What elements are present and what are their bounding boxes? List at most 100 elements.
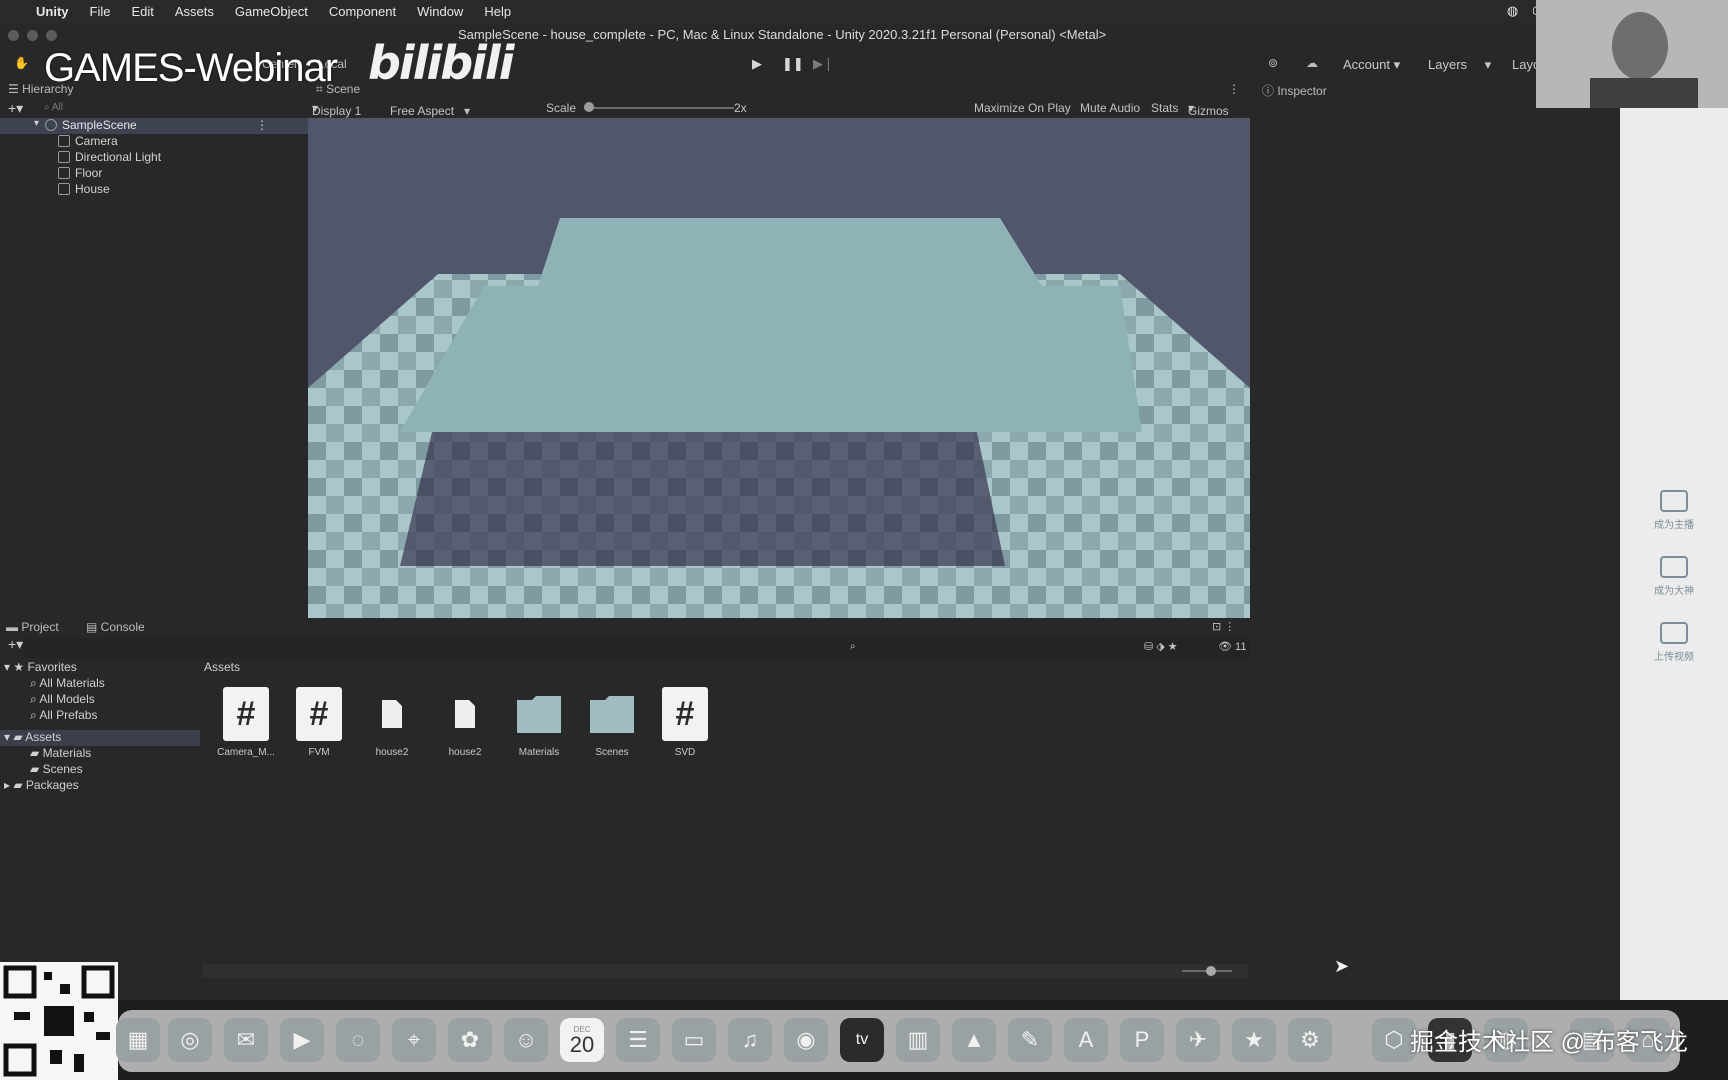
step-button[interactable]: ▶❘ bbox=[813, 56, 834, 72]
lock-icon[interactable]: ⊡ ⋮ bbox=[1212, 620, 1235, 633]
reminders-icon[interactable]: ☰ bbox=[616, 1018, 660, 1062]
gizmos-label: Gizmos bbox=[1188, 104, 1229, 118]
display-dropdown[interactable]: Display 1 ▾ bbox=[312, 101, 361, 118]
pause-button[interactable]: ❚❚ bbox=[782, 56, 804, 72]
mute-audio-toggle[interactable]: Mute Audio bbox=[1080, 101, 1140, 115]
hierarchy-search-input[interactable]: ⌕ All bbox=[44, 102, 63, 113]
asset-item[interactable]: house2 bbox=[430, 687, 500, 758]
gizmos-dropdown[interactable]: Gizmos ▾ bbox=[1188, 101, 1229, 118]
menu-help[interactable]: Help bbox=[484, 4, 511, 19]
asset-item[interactable]: # Camera_M... bbox=[211, 687, 281, 758]
account-dropdown[interactable]: Account ▾ bbox=[1343, 57, 1400, 73]
tree-scenes[interactable]: ▰ Scenes bbox=[30, 762, 83, 778]
scale-slider-handle[interactable] bbox=[584, 102, 594, 112]
folder-icon bbox=[589, 687, 635, 741]
hierarchy-item-directional-light[interactable]: Directional Light bbox=[0, 150, 308, 166]
favorite-all-prefabs[interactable]: ⌕ All Prefabs bbox=[30, 708, 97, 724]
cloud-services-icon[interactable]: ☁ bbox=[1306, 56, 1318, 70]
mail-icon[interactable]: ✉ bbox=[224, 1018, 268, 1062]
tree-assets[interactable]: ▾ ▰ Assets bbox=[0, 730, 200, 746]
asset-item[interactable]: Materials bbox=[504, 687, 574, 758]
layers-dropdown[interactable]: Layers ▾ bbox=[1428, 57, 1491, 73]
podcasts-icon[interactable]: ◉ bbox=[784, 1018, 828, 1062]
menu-edit[interactable]: Edit bbox=[131, 4, 153, 19]
feishu-icon[interactable]: ✈ bbox=[1176, 1018, 1220, 1062]
more-options-icon[interactable]: ⋮ bbox=[256, 118, 268, 132]
upload-video-button[interactable]: 上传视频 bbox=[1620, 622, 1728, 663]
hierarchy-item-house[interactable]: House bbox=[0, 182, 308, 198]
asset-item[interactable]: house2 bbox=[357, 687, 427, 758]
asset-item[interactable]: # FVM bbox=[284, 687, 354, 758]
maps-icon[interactable]: ⌖ bbox=[392, 1018, 436, 1062]
hierarchy-item-label: Camera bbox=[75, 134, 118, 148]
expand-arrow-icon[interactable]: ▾ bbox=[34, 118, 39, 129]
create-asset-button[interactable]: +▾ bbox=[8, 636, 23, 653]
favorites-header[interactable]: ▾ ★ Favorites bbox=[4, 660, 77, 676]
menu-assets[interactable]: Assets bbox=[175, 4, 214, 19]
hierarchy-tab[interactable]: ☰ Hierarchy bbox=[8, 82, 73, 96]
minimize-window-button[interactable] bbox=[27, 30, 38, 41]
menu-window[interactable]: Window bbox=[417, 4, 463, 19]
app-store-icon[interactable]: A bbox=[1064, 1018, 1108, 1062]
launchpad-icon[interactable]: ▦ bbox=[116, 1018, 160, 1062]
stats-toggle[interactable]: Stats bbox=[1151, 101, 1178, 115]
favorite-all-materials[interactable]: ⌕ All Materials bbox=[30, 676, 105, 692]
scale-slider[interactable] bbox=[584, 107, 734, 109]
project-tab[interactable]: ▬ Project bbox=[6, 620, 59, 634]
juejin-watermark: 掘金技术社区 @ 布客飞龙 bbox=[1410, 1029, 1688, 1056]
keynote-icon[interactable]: ▲ bbox=[952, 1018, 996, 1062]
breadcrumb[interactable]: Assets bbox=[204, 660, 240, 674]
scene-icon bbox=[45, 119, 57, 131]
tree-label: Materials bbox=[42, 746, 92, 760]
unity-hub-icon[interactable]: ★ bbox=[1232, 1018, 1276, 1062]
menu-unity[interactable]: Unity bbox=[36, 4, 69, 19]
display-label: Display 1 bbox=[312, 104, 362, 118]
collab-icon[interactable]: ⊚ bbox=[1268, 56, 1278, 70]
apple-tv-icon[interactable]: tv bbox=[840, 1018, 884, 1062]
more-options-icon[interactable]: ⋮ bbox=[1228, 82, 1240, 96]
calendar-icon[interactable]: DEC 20 bbox=[560, 1018, 604, 1062]
facetime-icon[interactable]: ▶ bbox=[280, 1018, 324, 1062]
tree-materials[interactable]: ▰ Materials bbox=[30, 746, 91, 762]
system-preferences-icon[interactable]: ⚙ bbox=[1288, 1018, 1332, 1062]
inspector-tab[interactable]: ⓘ Inspector bbox=[1262, 82, 1327, 99]
scene-row[interactable]: ▾ SampleScene ⋮ bbox=[0, 118, 308, 134]
console-tab[interactable]: ▤ Console bbox=[86, 620, 145, 634]
project-search-input[interactable]: ⌕ ⛁ ⬗ ★ 👁 11 bbox=[24, 638, 1250, 658]
icon-size-slider-handle[interactable] bbox=[1206, 966, 1216, 976]
scene-tab-label: Scene bbox=[326, 82, 361, 96]
menu-gameobject[interactable]: GameObject bbox=[235, 4, 308, 19]
menu-component[interactable]: Component bbox=[329, 4, 396, 19]
tree-packages[interactable]: ▸ ▰ Packages bbox=[4, 778, 79, 794]
maximize-on-play-toggle[interactable]: Maximize On Play bbox=[974, 101, 1071, 115]
add-object-button[interactable]: +▾ bbox=[8, 100, 23, 117]
scene-tab[interactable]: ⌗ Scene bbox=[316, 82, 360, 97]
filter-icons[interactable]: ⛁ ⬗ ★ bbox=[1144, 640, 1178, 653]
safari-icon[interactable]: ◎ bbox=[168, 1018, 212, 1062]
powerpoint-icon[interactable]: P bbox=[1120, 1018, 1164, 1062]
become-master-button[interactable]: 成为大神 bbox=[1620, 556, 1728, 597]
asset-item[interactable]: Scenes bbox=[577, 687, 647, 758]
menu-file[interactable]: File bbox=[90, 4, 111, 19]
house-roof bbox=[400, 218, 1142, 432]
hand-tool-icon[interactable]: ✋ bbox=[14, 56, 29, 70]
asset-item[interactable]: # SVD bbox=[650, 687, 720, 758]
favorite-all-models[interactable]: ⌕ All Models bbox=[30, 692, 95, 708]
hierarchy-item-floor[interactable]: Floor bbox=[0, 166, 308, 182]
contacts-icon[interactable]: ☺ bbox=[504, 1018, 548, 1062]
photos-icon[interactable]: ✿ bbox=[448, 1018, 492, 1062]
play-button[interactable]: ▶ bbox=[752, 56, 762, 72]
become-streamer-button[interactable]: 成为主播 bbox=[1620, 490, 1728, 531]
notes-icon[interactable]: ▭ bbox=[672, 1018, 716, 1062]
hidden-count-badge[interactable]: 👁 11 bbox=[1218, 640, 1246, 653]
pages-icon[interactable]: ✎ bbox=[1008, 1018, 1052, 1062]
numbers-icon[interactable]: ▥ bbox=[896, 1018, 940, 1062]
zoom-window-button[interactable] bbox=[46, 30, 57, 41]
messages-icon[interactable]: ◌ bbox=[336, 1018, 380, 1062]
hierarchy-item-label: House bbox=[75, 182, 110, 196]
game-viewport[interactable] bbox=[308, 118, 1250, 618]
music-icon[interactable]: ♫ bbox=[728, 1018, 772, 1062]
browser-icon[interactable]: ◍ bbox=[1507, 3, 1518, 19]
hierarchy-item-camera[interactable]: Camera bbox=[0, 134, 308, 150]
close-window-button[interactable] bbox=[8, 30, 19, 41]
